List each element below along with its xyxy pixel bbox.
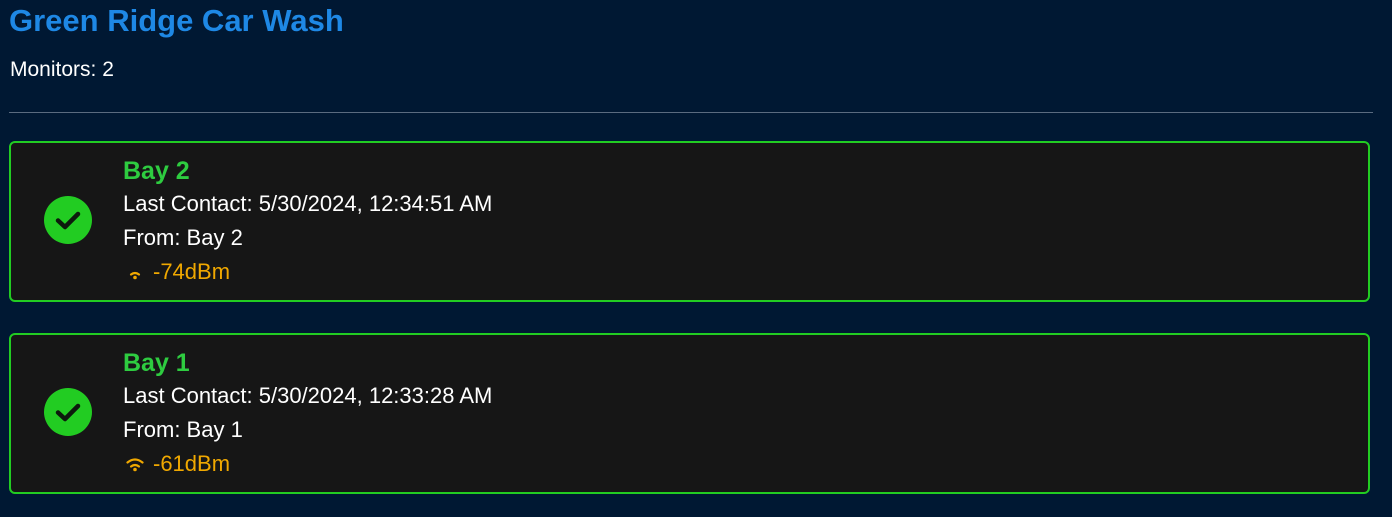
- from-label: From: Bay 1: [123, 417, 243, 442]
- page-title: Green Ridge Car Wash: [9, 3, 344, 38]
- card-info: Bay 2 Last Contact: 5/30/2024, 12:34:51 …: [123, 155, 492, 289]
- monitor-count: Monitors: 2: [10, 58, 114, 81]
- signal-value: -61dBm: [153, 451, 231, 476]
- page: Green Ridge Car Wash Monitors: 2 Bay 2 L…: [0, 0, 1392, 517]
- signal-strength: -74dBm: [123, 255, 492, 289]
- from-label: From: Bay 2: [123, 225, 243, 250]
- card-name: Bay 2: [123, 157, 190, 185]
- monitor-card-bay-2[interactable]: Bay 2 Last Contact: 5/30/2024, 12:34:51 …: [9, 141, 1370, 302]
- wifi-weak-icon: [129, 271, 141, 280]
- last-contact: Last Contact: 5/30/2024, 12:33:28 AM: [123, 383, 493, 408]
- check-circle-icon: [44, 196, 92, 244]
- card-name: Bay 1: [123, 349, 190, 377]
- signal-strength: -61dBm: [123, 447, 492, 481]
- card-info: Bay 1 Last Contact: 5/30/2024, 12:33:28 …: [123, 347, 492, 481]
- signal-value: -74dBm: [153, 259, 231, 284]
- last-contact: Last Contact: 5/30/2024, 12:34:51 AM: [123, 191, 493, 216]
- check-circle-icon: [44, 388, 92, 436]
- wifi-medium-icon: [126, 458, 144, 472]
- divider: [9, 112, 1373, 113]
- monitor-card-bay-1[interactable]: Bay 1 Last Contact: 5/30/2024, 12:33:28 …: [9, 333, 1370, 494]
